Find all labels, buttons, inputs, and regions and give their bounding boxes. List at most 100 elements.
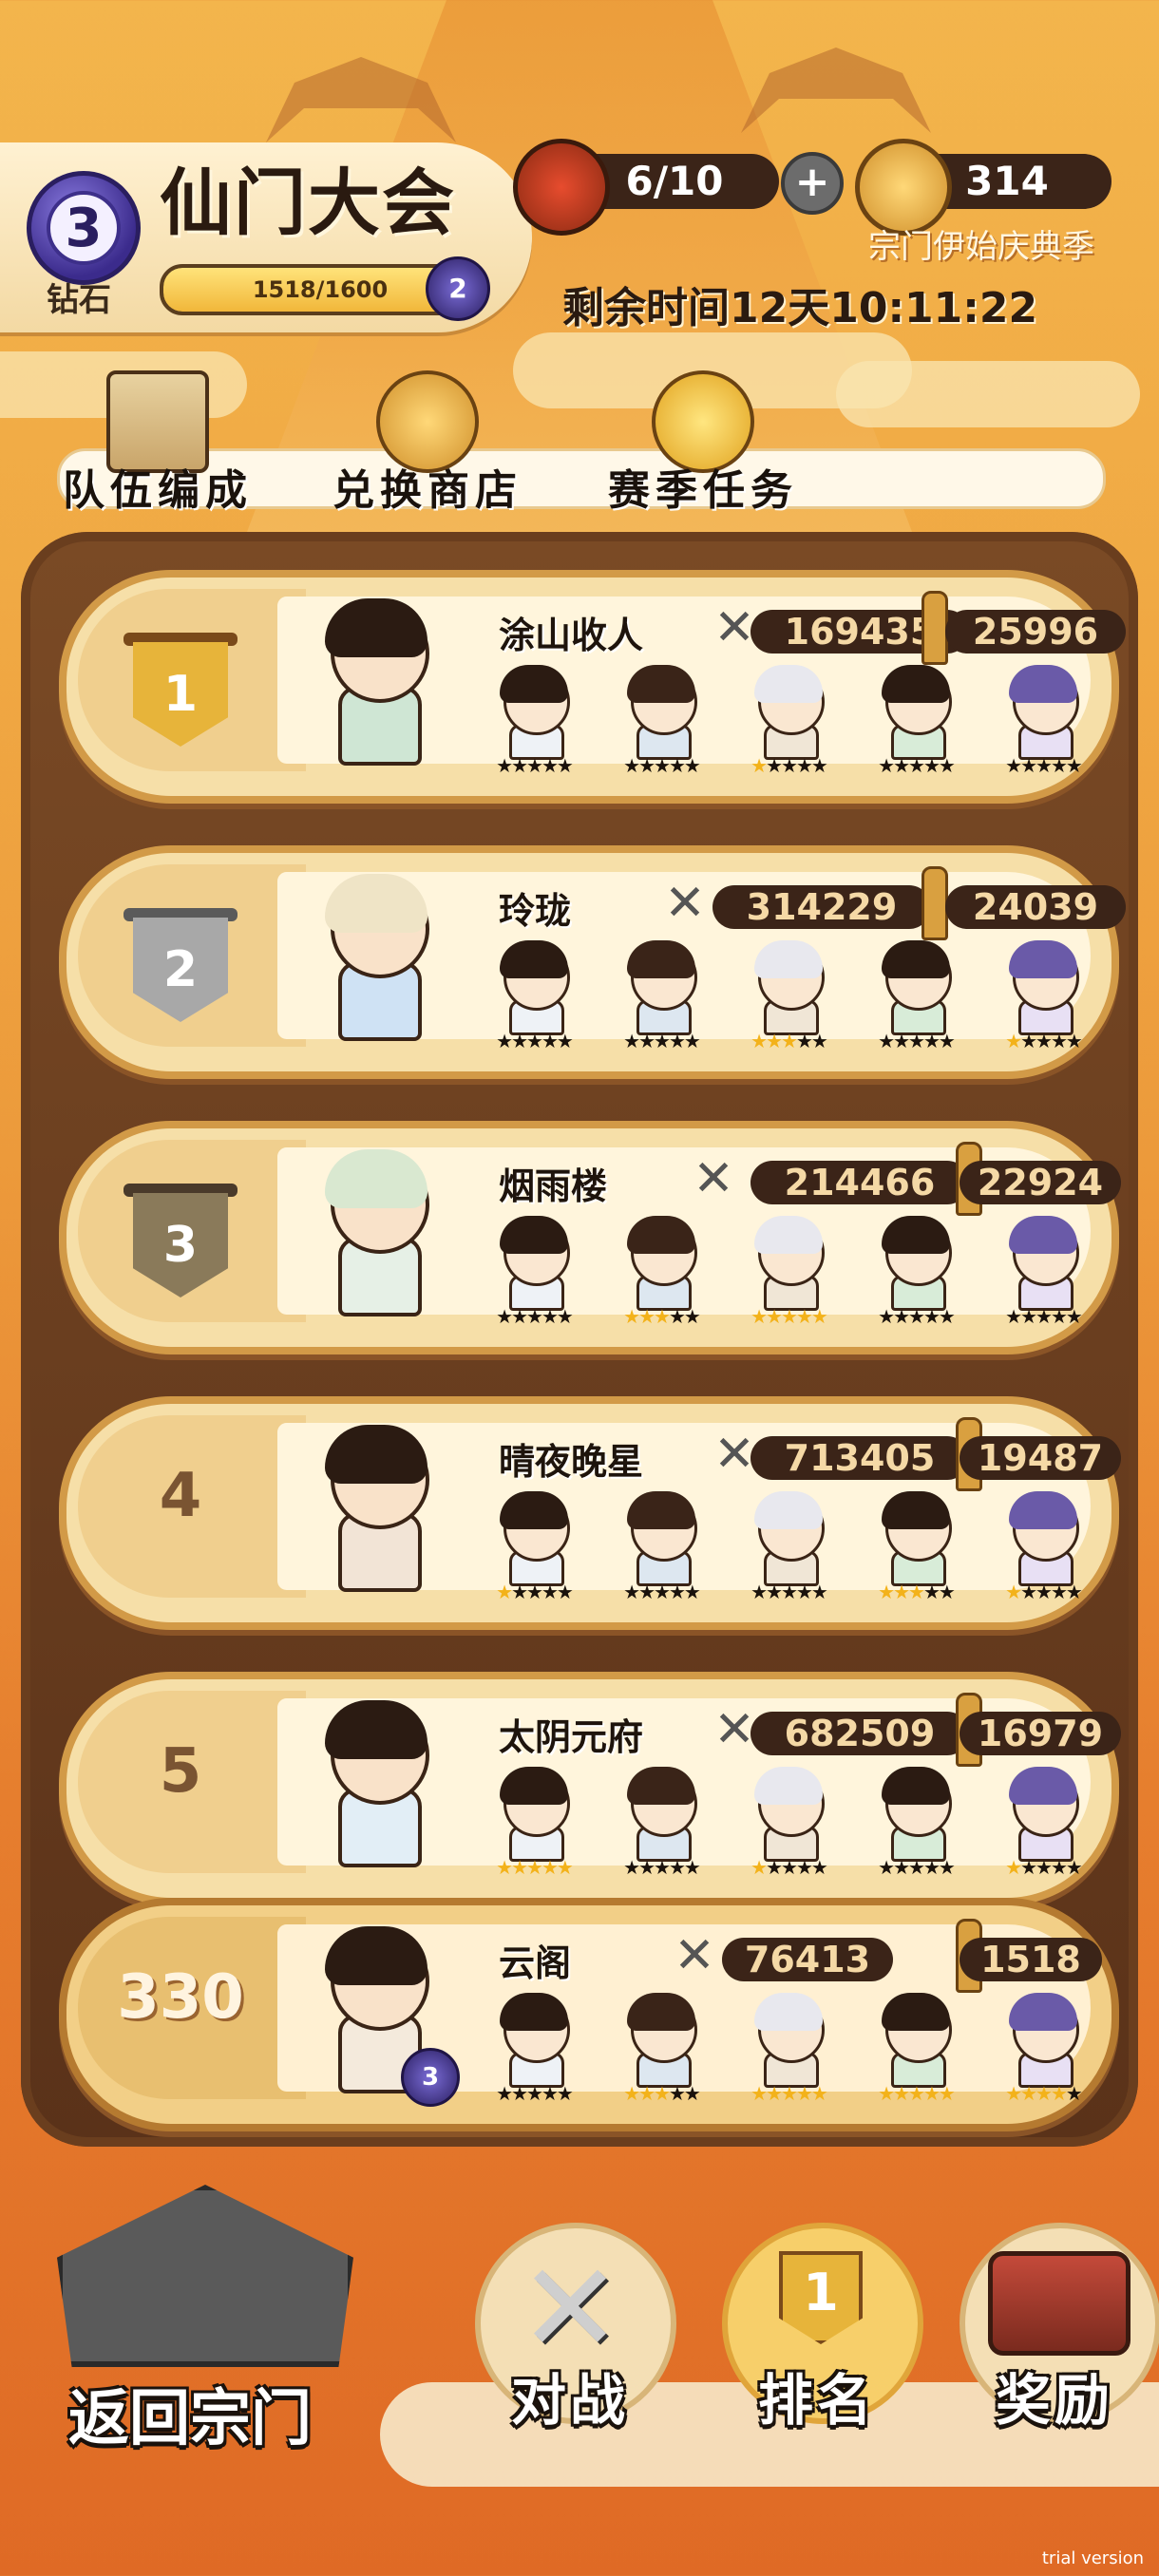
rank-number: 5 [159, 1736, 202, 1807]
nav-reward-button[interactable]: 奖励 [940, 2185, 1159, 2451]
member-avatar[interactable]: ★★★★★ [484, 665, 583, 779]
nav-ranking-button[interactable]: 1 排名 [703, 2185, 931, 2451]
avatar-hair [325, 1926, 428, 1985]
member-avatar[interactable]: ★★★★★ [866, 1491, 965, 1605]
leaderboard-row[interactable]: 5 太阴元府 682509 ✕ 16979 ★★★★★ ★★★★★ ★★★★★ ★★★… [59, 1672, 1121, 1905]
member-avatar[interactable]: ★★★★★ [994, 1767, 1092, 1881]
member-avatar[interactable]: ★★★★★ [612, 665, 711, 779]
return-to-sect-button[interactable]: 返回宗门 [19, 2128, 361, 2470]
member-avatar[interactable]: ★★★★★ [484, 1491, 583, 1605]
member-star-rating: ★★★★★ [496, 2082, 574, 2105]
crossed-swords-icon: ✕ [518, 2236, 622, 2380]
member-star-rating: ★★★★★ [496, 1030, 574, 1052]
member-avatar[interactable]: ★★★★★ [994, 1491, 1092, 1605]
menu-exchange-shop[interactable]: 兑换商店 [304, 370, 551, 515]
member-star-rating: ★★★★★ [750, 1305, 828, 1328]
member-avatar[interactable]: ★★★★★ [866, 1993, 965, 2107]
member-avatar[interactable]: ★★★★★ [866, 940, 965, 1054]
member-hair [882, 1216, 950, 1254]
member-star-rating: ★★★★★ [1005, 1030, 1083, 1052]
sect-name: 涂山收人 [499, 615, 644, 656]
rank-level: 3 [47, 191, 121, 265]
member-hair [754, 940, 823, 978]
member-list: ★★★★★ ★★★★★ ★★★★★ ★★★★★ ★★★★★ [484, 940, 1092, 1054]
nav-battle-button[interactable]: ✕ 对战 [456, 2185, 684, 2451]
member-hair [882, 1993, 950, 2031]
menu-team-formation[interactable]: 队伍编成 [34, 370, 281, 515]
member-avatar[interactable]: ★★★★★ [739, 940, 838, 1054]
sect-name: 玲珑 [499, 890, 572, 932]
season-countdown: 剩余时间12天10:11:22 [562, 284, 1038, 332]
leaderboard-row[interactable]: 3 烟雨楼 214466 ✕ 22924 ★★★★★ ★★★★★ ★★★★★ ★★★★… [59, 1121, 1121, 1354]
member-star-rating: ★★★★★ [878, 754, 956, 777]
menu-season-tasks[interactable]: 赛季任务 [580, 370, 826, 515]
member-hair [500, 1767, 568, 1805]
member-avatar[interactable]: ★★★★★ [994, 1993, 1092, 2107]
member-avatar[interactable]: ★★★★★ [739, 1216, 838, 1330]
member-avatar[interactable]: ★★★★★ [994, 940, 1092, 1054]
member-avatar[interactable]: ★★★★★ [739, 1993, 838, 2107]
member-avatar[interactable]: ★★★★★ [739, 665, 838, 779]
leaderboard-row[interactable]: 4 晴夜晚星 713405 ✕ 19487 ★★★★★ ★★★★★ ★★★★★ ★★★… [59, 1396, 1121, 1630]
member-avatar[interactable]: ★★★★★ [484, 1767, 583, 1881]
crossed-swords-icon: ✕ [693, 1150, 734, 1207]
diamond-rank-icon: 3 [27, 171, 141, 285]
member-avatar[interactable]: ★★★★★ [994, 1216, 1092, 1330]
power-value: 76413 [722, 1938, 893, 1981]
member-avatar[interactable]: ★★★★★ [612, 1216, 711, 1330]
member-hair [882, 940, 950, 978]
member-hair [500, 665, 568, 703]
sect-name: 云阁 [499, 1942, 572, 1984]
member-avatar[interactable]: ★★★★★ [612, 1767, 711, 1881]
power-value: 314229 [712, 885, 931, 929]
member-avatar[interactable]: ★★★★★ [994, 665, 1092, 779]
member-list: ★★★★★ ★★★★★ ★★★★★ ★★★★★ ★★★★★ [484, 665, 1092, 779]
member-avatar[interactable]: ★★★★★ [612, 940, 711, 1054]
score-value: 1518 [960, 1938, 1102, 1981]
avatar-hair [325, 874, 428, 933]
member-hair [754, 1491, 823, 1529]
member-hair [500, 1216, 568, 1254]
add-ticket-button[interactable]: + [781, 152, 844, 215]
member-hair [627, 1216, 695, 1254]
my-rank-row[interactable]: 330 3 云阁 76413 ✕ 1518 ★★★★★ ★★★★★ ★★★★★ ★★★… [59, 1898, 1119, 2131]
nav-label: 排名 [757, 2368, 876, 2433]
member-avatar[interactable]: ★★★★★ [866, 1767, 965, 1881]
bronze-rank-flag-icon: 3 [124, 1184, 238, 1297]
rank-tier-label: 钻石 [47, 281, 111, 319]
member-avatar[interactable]: ★★★★★ [484, 1216, 583, 1330]
member-hair [754, 1216, 823, 1254]
member-star-rating: ★★★★★ [623, 1030, 701, 1052]
member-star-rating: ★★★★★ [750, 1856, 828, 1879]
rank-badge[interactable]: 3 钻石 [17, 152, 141, 319]
nav-label: 返回宗门 [68, 2384, 312, 2454]
member-hair [500, 1491, 568, 1529]
score-value: 25996 [945, 610, 1126, 653]
member-avatar[interactable]: ★★★★★ [739, 1491, 838, 1605]
member-avatar[interactable]: ★★★★★ [739, 1767, 838, 1881]
battle-ticket-icon [513, 139, 610, 236]
member-avatar[interactable]: ★★★★★ [612, 1993, 711, 2107]
member-hair [754, 1993, 823, 2031]
rank-number: 3 [133, 1193, 228, 1297]
member-star-rating: ★★★★★ [623, 1581, 701, 1603]
member-star-rating: ★★★★★ [623, 1856, 701, 1879]
member-hair [627, 665, 695, 703]
member-avatar[interactable]: ★★★★★ [484, 1993, 583, 2107]
member-avatar[interactable]: ★★★★★ [484, 940, 583, 1054]
leaderboard-row[interactable]: 2 玲珑 314229 ✕ 24039 ★★★★★ ★★★★★ ★★★★★ ★★★★★… [59, 845, 1126, 1079]
member-list: ★★★★★ ★★★★★ ★★★★★ ★★★★★ ★★★★★ [484, 1767, 1092, 1881]
treasure-chest-icon [988, 2251, 1130, 2356]
my-rank-number: 330 [117, 1962, 244, 2033]
power-value: 214466 [750, 1161, 969, 1204]
member-avatar[interactable]: ★★★★★ [866, 665, 965, 779]
member-list: ★★★★★ ★★★★★ ★★★★★ ★★★★★ ★★★★★ [484, 1216, 1092, 1330]
member-star-rating: ★★★★★ [623, 2082, 701, 2105]
leaderboard-row[interactable]: 1 涂山收人 169435 ✕ 25996 ★★★★★ ★★★★★ ★★★★★ ★★★… [59, 570, 1126, 804]
member-star-rating: ★★★★★ [878, 1581, 956, 1603]
nav-label: 对战 [510, 2368, 629, 2433]
member-hair [882, 1491, 950, 1529]
member-avatar[interactable]: ★★★★★ [612, 1491, 711, 1605]
member-avatar[interactable]: ★★★★★ [866, 1216, 965, 1330]
member-star-rating: ★★★★★ [878, 1030, 956, 1052]
